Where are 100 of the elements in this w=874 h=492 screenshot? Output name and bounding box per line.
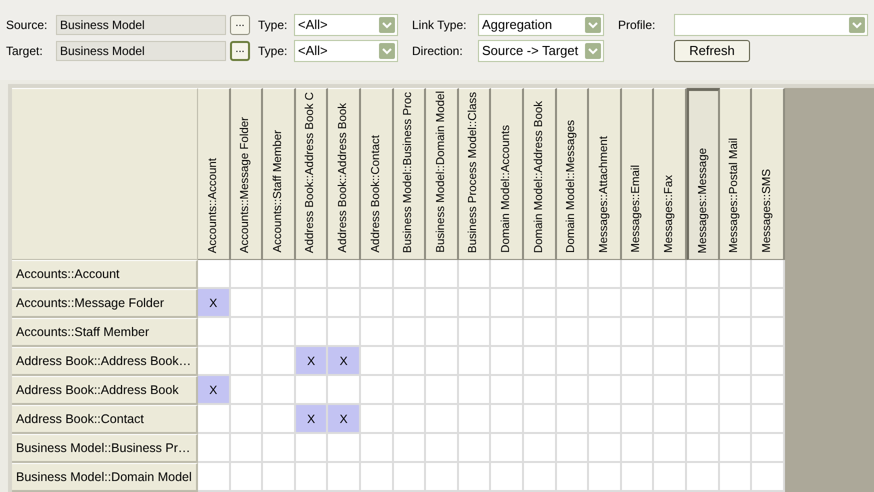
matrix-cell[interactable]	[556, 376, 590, 405]
matrix-cell[interactable]	[524, 318, 557, 347]
matrix-cell[interactable]	[263, 405, 296, 434]
column-header[interactable]: Messages::Attachment	[589, 88, 622, 260]
matrix-cell[interactable]	[654, 463, 687, 492]
matrix-cell[interactable]	[589, 405, 622, 434]
matrix-cell[interactable]	[360, 463, 394, 492]
matrix-cell[interactable]	[524, 463, 557, 492]
matrix-cell[interactable]	[458, 434, 492, 463]
matrix-cell[interactable]	[686, 347, 720, 376]
matrix-cell[interactable]: X	[328, 405, 361, 434]
matrix-cell[interactable]	[360, 318, 394, 347]
matrix-cell[interactable]	[686, 376, 720, 405]
dropdown[interactable]: Source -> Target	[478, 40, 604, 62]
matrix-cell[interactable]	[524, 405, 557, 434]
matrix-cell[interactable]	[524, 376, 557, 405]
matrix-cell[interactable]	[491, 405, 524, 434]
matrix-cell[interactable]	[394, 318, 426, 347]
matrix-cell[interactable]	[622, 318, 654, 347]
matrix-cell[interactable]	[686, 405, 720, 434]
browse-button[interactable]: ...	[230, 15, 250, 35]
readonly-field[interactable]: Business Model	[56, 41, 226, 61]
dropdown[interactable]	[674, 14, 868, 36]
matrix-cell[interactable]	[458, 376, 492, 405]
matrix-cell[interactable]	[328, 463, 361, 492]
matrix-cell[interactable]	[622, 260, 654, 289]
matrix-cell[interactable]	[426, 289, 459, 318]
matrix-cell[interactable]	[230, 405, 264, 434]
matrix-cell[interactable]	[426, 318, 459, 347]
matrix-cell[interactable]	[328, 260, 361, 289]
matrix-cell[interactable]	[686, 318, 720, 347]
matrix-cell[interactable]	[230, 289, 264, 318]
column-header[interactable]: Domain Model::Accounts	[491, 88, 524, 260]
matrix-cell[interactable]	[589, 463, 622, 492]
matrix-cell[interactable]	[360, 289, 394, 318]
matrix-cell[interactable]	[230, 434, 264, 463]
matrix-cell[interactable]	[360, 347, 394, 376]
matrix-cell[interactable]	[524, 434, 557, 463]
dropdown[interactable]: <All>	[294, 40, 398, 62]
column-header[interactable]: Messages::SMS	[752, 88, 785, 260]
row-header[interactable]: Address Book::Address Book…	[12, 347, 198, 376]
matrix-cell[interactable]	[752, 318, 785, 347]
matrix-cell[interactable]	[394, 347, 426, 376]
matrix-cell[interactable]	[394, 463, 426, 492]
matrix-cell[interactable]	[589, 434, 622, 463]
matrix-cell[interactable]	[296, 318, 328, 347]
matrix-cell[interactable]	[263, 376, 296, 405]
matrix-cell[interactable]	[720, 405, 752, 434]
matrix-cell[interactable]	[230, 347, 264, 376]
matrix-cell[interactable]	[458, 289, 492, 318]
matrix-cell[interactable]	[230, 318, 264, 347]
matrix-cell[interactable]	[622, 347, 654, 376]
matrix-cell[interactable]	[589, 347, 622, 376]
row-header[interactable]: Business Model::Business Pr…	[12, 434, 198, 463]
matrix-cell[interactable]	[426, 463, 459, 492]
matrix-cell[interactable]	[720, 318, 752, 347]
matrix-cell[interactable]	[296, 289, 328, 318]
matrix-cell[interactable]	[686, 289, 720, 318]
matrix-cell[interactable]	[491, 318, 524, 347]
refresh-button[interactable]: Refresh	[674, 40, 750, 62]
matrix-cell[interactable]	[296, 434, 328, 463]
matrix-cell[interactable]	[263, 434, 296, 463]
column-header[interactable]: Domain Model::Address Book	[524, 88, 557, 260]
column-header[interactable]: Address Book::Contact	[360, 88, 394, 260]
column-header[interactable]: Accounts::Account	[198, 88, 231, 260]
matrix-cell[interactable]	[296, 463, 328, 492]
matrix-cell[interactable]	[394, 405, 426, 434]
matrix-cell[interactable]	[426, 434, 459, 463]
matrix-cell[interactable]	[360, 405, 394, 434]
matrix-cell[interactable]	[198, 405, 231, 434]
matrix-cell[interactable]	[752, 376, 785, 405]
matrix-cell[interactable]	[556, 463, 590, 492]
matrix-cell[interactable]	[491, 347, 524, 376]
matrix-cell[interactable]	[296, 260, 328, 289]
matrix-cell[interactable]	[263, 260, 296, 289]
matrix-cell[interactable]	[328, 289, 361, 318]
matrix-cell[interactable]	[622, 434, 654, 463]
matrix-cell[interactable]	[720, 434, 752, 463]
matrix-cell[interactable]	[654, 376, 687, 405]
matrix-cell[interactable]	[752, 405, 785, 434]
matrix-cell[interactable]	[622, 463, 654, 492]
matrix-cell[interactable]	[198, 318, 231, 347]
matrix-cell[interactable]	[752, 463, 785, 492]
matrix-cell[interactable]	[556, 405, 590, 434]
matrix-cell[interactable]	[654, 347, 687, 376]
matrix-cell[interactable]	[556, 289, 590, 318]
matrix-cell[interactable]	[458, 463, 492, 492]
matrix-cell[interactable]	[263, 318, 296, 347]
column-header[interactable]: Messages::Message	[686, 88, 720, 260]
matrix-cell[interactable]	[328, 376, 361, 405]
matrix-cell[interactable]	[198, 260, 231, 289]
matrix-cell[interactable]	[654, 405, 687, 434]
matrix-cell[interactable]	[230, 463, 264, 492]
matrix-cell[interactable]	[198, 434, 231, 463]
matrix-cell[interactable]	[426, 376, 459, 405]
browse-button[interactable]: ...	[230, 41, 250, 61]
row-header[interactable]: Accounts::Account	[12, 260, 198, 289]
matrix-cell[interactable]	[458, 260, 492, 289]
column-header[interactable]: Messages::Fax	[654, 88, 687, 260]
matrix-cell[interactable]	[720, 260, 752, 289]
